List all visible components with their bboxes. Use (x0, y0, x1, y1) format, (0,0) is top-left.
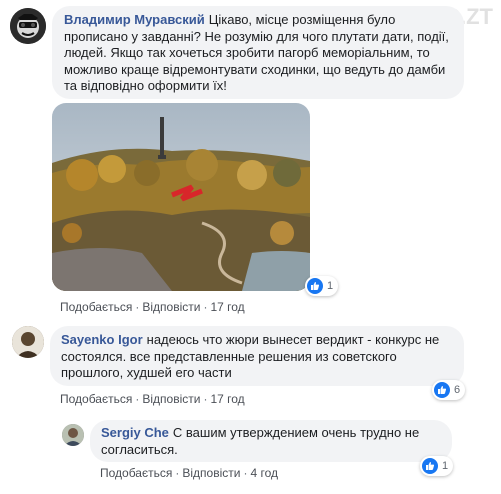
timestamp[interactable]: 4 год (250, 466, 278, 480)
comment-actions: Подобається · Відповісти · 17 год (60, 300, 245, 314)
reaction-number: 1 (327, 280, 334, 292)
like-icon (434, 382, 450, 398)
comment-photo[interactable] (52, 103, 310, 291)
like-link[interactable]: Подобається (100, 466, 172, 480)
avatar-icon (12, 326, 44, 358)
timestamp[interactable]: 17 год (210, 392, 244, 406)
comment-author[interactable]: Sayenko Igor (61, 332, 143, 347)
comment-author[interactable]: Владимир Муравский (64, 12, 205, 27)
comment-bubble: Sergiy Che С вашим утверждением очень тру… (90, 420, 452, 462)
reaction-count[interactable]: 1 (305, 276, 339, 296)
reaction-count[interactable]: 1 (420, 456, 454, 476)
comment-actions: Подобається · Відповісти · 17 год (60, 392, 245, 406)
like-link[interactable]: Подобається (60, 392, 132, 406)
like-link[interactable]: Подобається (60, 300, 132, 314)
timestamp[interactable]: 17 год (210, 300, 244, 314)
avatar[interactable] (10, 8, 46, 44)
comment-actions: Подобається · Відповісти · 4 год (100, 466, 278, 480)
comment-bubble: Владимир Муравский Цікаво, місце розміщен… (52, 6, 464, 99)
reply-link[interactable]: Відповісти (142, 392, 200, 406)
like-icon (422, 458, 438, 474)
reply-link[interactable]: Відповісти (182, 466, 240, 480)
like-icon (307, 278, 323, 294)
reaction-count[interactable]: 6 (432, 380, 466, 400)
avatar-icon (62, 424, 84, 446)
avatar-icon (10, 8, 46, 44)
comment-bubble: Sayenko Igor надеюсь что жюри вынесет вер… (50, 326, 464, 386)
avatar[interactable] (62, 424, 84, 446)
reply-link[interactable]: Відповісти (142, 300, 200, 314)
avatar[interactable] (12, 326, 44, 358)
reaction-number: 1 (442, 460, 449, 472)
landscape-photo (52, 103, 310, 291)
reaction-number: 6 (454, 384, 461, 396)
comment-author[interactable]: Sergiy Che (101, 425, 169, 440)
